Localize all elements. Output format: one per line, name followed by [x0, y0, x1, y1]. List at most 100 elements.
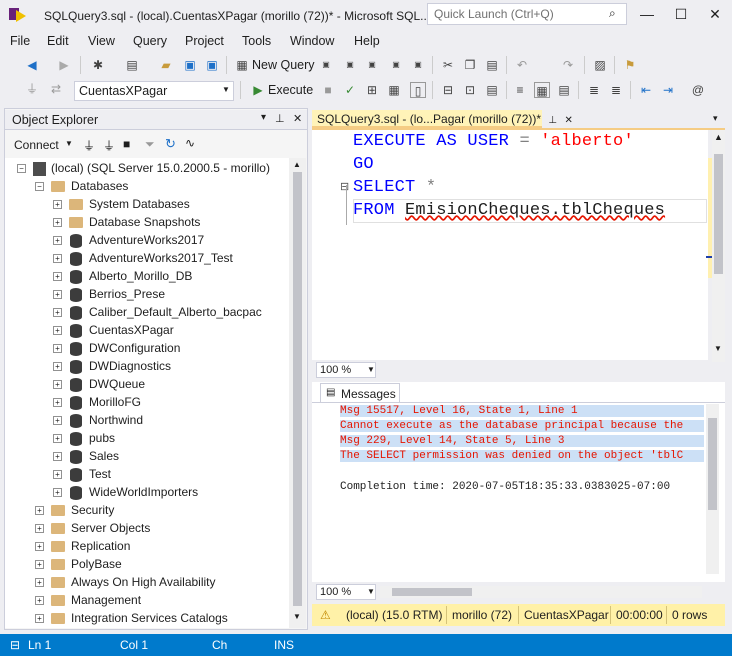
expand-icon[interactable]: +: [53, 398, 62, 407]
execute-button[interactable]: Execute: [268, 83, 313, 97]
scrollbar-thumb[interactable]: [392, 588, 472, 596]
scrollbar-thumb[interactable]: [714, 154, 723, 274]
cut-icon[interactable]: ✂: [440, 57, 456, 73]
redo-icon[interactable]: ↷: [560, 57, 576, 73]
dmx-query-icon[interactable]: ▣: [364, 57, 380, 73]
scroll-down-icon[interactable]: ▼: [714, 344, 722, 353]
dropdown-icon[interactable]: ▾: [261, 112, 266, 123]
chevron-down-icon[interactable]: ▼: [222, 85, 230, 94]
expand-icon[interactable]: +: [35, 542, 44, 551]
expand-icon[interactable]: +: [53, 416, 62, 425]
new-query-icon[interactable]: ▦: [234, 57, 250, 73]
minimize-button[interactable]: —: [630, 0, 664, 28]
menu-query[interactable]: Query: [133, 34, 167, 48]
save-all-icon[interactable]: ▣: [204, 57, 220, 73]
pin-icon[interactable]: ⊥: [275, 112, 285, 125]
results-text-icon[interactable]: ≡: [512, 82, 528, 98]
expand-icon[interactable]: +: [53, 290, 62, 299]
stop-icon[interactable]: ■: [320, 82, 336, 98]
menu-view[interactable]: View: [88, 34, 115, 48]
back-icon[interactable]: ◀: [24, 57, 40, 73]
connect-plug-icon[interactable]: ⏚: [83, 137, 95, 154]
query-designer-icon[interactable]: ▦: [386, 82, 402, 98]
expand-icon[interactable]: +: [35, 506, 44, 515]
estimated-plan-icon[interactable]: ⊞: [364, 82, 380, 98]
expand-icon[interactable]: +: [53, 308, 62, 317]
menu-tools[interactable]: Tools: [242, 34, 271, 48]
tab-messages[interactable]: ▤ Messages: [320, 383, 400, 403]
close-tab-icon[interactable]: ✕: [564, 115, 572, 126]
disconnect-icon[interactable]: ⏚: [103, 137, 115, 154]
results-grid-icon[interactable]: ▦: [534, 82, 550, 98]
expand-icon[interactable]: +: [53, 488, 62, 497]
scroll-up-icon[interactable]: ▲: [293, 160, 301, 169]
expand-icon[interactable]: +: [35, 524, 44, 533]
expand-icon[interactable]: +: [35, 560, 44, 569]
client-stats-icon[interactable]: ▤: [484, 82, 500, 98]
sql-editor[interactable]: EXECUTE AS USER = 'alberto' GO ⊟ SELECT …: [312, 130, 708, 360]
indent-icon[interactable]: ⇥: [660, 82, 676, 98]
forward-icon[interactable]: ▶: [56, 57, 72, 73]
outdent-icon[interactable]: ⇤: [638, 82, 654, 98]
uncomment-icon[interactable]: ≣: [608, 82, 624, 98]
maximize-button[interactable]: ☐: [664, 0, 698, 28]
tab-overflow-icon[interactable]: ▾: [713, 113, 718, 124]
split-icon[interactable]: ▲: [714, 132, 723, 142]
expand-icon[interactable]: +: [53, 362, 62, 371]
parse-icon[interactable]: ✓: [342, 82, 358, 98]
scrollbar-thumb[interactable]: [293, 172, 302, 606]
expand-icon[interactable]: +: [53, 326, 62, 335]
connect-icon[interactable]: ⏚: [24, 81, 40, 97]
add-item-icon[interactable]: ▤: [124, 57, 140, 73]
live-stats-icon[interactable]: ⊡: [462, 82, 478, 98]
paste-icon[interactable]: ▤: [484, 57, 500, 73]
scroll-down-icon[interactable]: ▼: [293, 612, 301, 621]
expand-icon[interactable]: +: [53, 344, 62, 353]
copy-icon[interactable]: ❐: [462, 57, 478, 73]
activity-icon[interactable]: ∿: [185, 136, 195, 150]
menu-project[interactable]: Project: [185, 34, 224, 48]
new-query-button[interactable]: New Query: [252, 58, 315, 72]
expand-icon[interactable]: +: [35, 596, 44, 605]
chevron-down-icon[interactable]: ▼: [367, 365, 375, 374]
expand-icon[interactable]: +: [53, 200, 62, 209]
dax-query-icon[interactable]: ▣: [410, 57, 426, 73]
expand-icon[interactable]: +: [53, 272, 62, 281]
save-icon[interactable]: ▣: [182, 57, 198, 73]
expand-icon[interactable]: +: [53, 470, 62, 479]
chevron-down-icon[interactable]: ▼: [65, 139, 73, 148]
menu-help[interactable]: Help: [354, 34, 380, 48]
undo-icon[interactable]: ↶: [514, 57, 530, 73]
stop-icon[interactable]: ■: [123, 137, 130, 151]
database-select[interactable]: CuentasXPagar: [74, 81, 234, 101]
menu-edit[interactable]: Edit: [47, 34, 69, 48]
expand-icon[interactable]: +: [53, 452, 62, 461]
change-connection-icon[interactable]: ⇄: [48, 81, 64, 97]
tab-query-editor[interactable]: SQLQuery3.sql - (lo...Pagar (morillo (72…: [312, 110, 573, 128]
dbe-query-icon[interactable]: ▣: [318, 57, 334, 73]
filter-icon[interactable]: ⏷: [145, 137, 155, 152]
intellisense-icon[interactable]: ▯: [410, 82, 426, 98]
expand-icon[interactable]: +: [53, 218, 62, 227]
results-file-icon[interactable]: ▤: [556, 82, 572, 98]
expand-icon[interactable]: +: [35, 614, 44, 623]
expand-icon[interactable]: +: [53, 254, 62, 263]
connect-button[interactable]: Connect: [14, 138, 59, 152]
chevron-down-icon[interactable]: ▼: [367, 587, 375, 596]
refresh-icon[interactable]: ↻: [165, 136, 176, 152]
specify-values-icon[interactable]: @: [690, 82, 706, 98]
expand-icon[interactable]: +: [53, 380, 62, 389]
close-button[interactable]: ✕: [698, 0, 732, 28]
editor-scrollbar[interactable]: ▲ ▼: [712, 130, 725, 362]
quick-launch-input[interactable]: Quick Launch (Ctrl+Q): [427, 3, 627, 25]
scrollbar-thumb[interactable]: [708, 418, 717, 510]
expand-icon[interactable]: +: [53, 434, 62, 443]
menu-file[interactable]: File: [10, 34, 30, 48]
results-scrollbar[interactable]: [706, 404, 719, 574]
expand-icon[interactable]: +: [35, 578, 44, 587]
open-file-icon[interactable]: ▰: [158, 57, 174, 73]
xmla-query-icon[interactable]: ▣: [388, 57, 404, 73]
new-project-icon[interactable]: ✱: [90, 57, 106, 73]
close-icon[interactable]: ✕: [293, 112, 302, 125]
collapse-icon[interactable]: −: [35, 182, 44, 191]
